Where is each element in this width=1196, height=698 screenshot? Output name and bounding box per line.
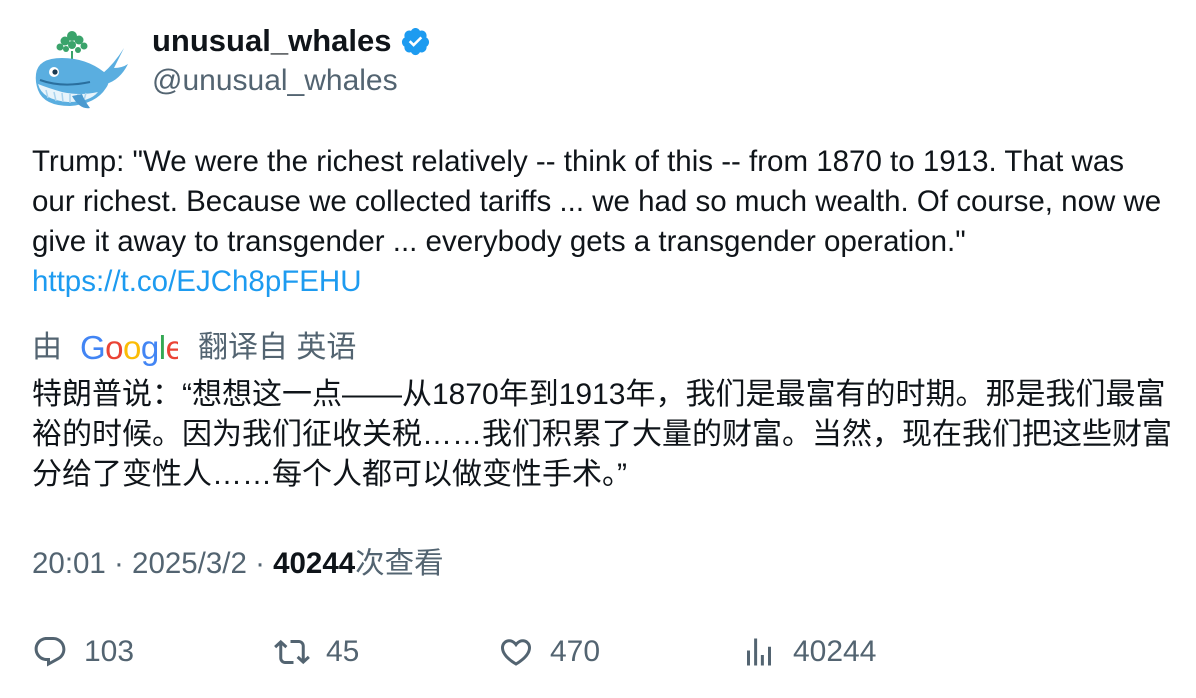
retweet-button[interactable]: 45 <box>274 630 359 674</box>
avatar[interactable] <box>32 24 128 114</box>
tweet-meta: 20:01 · 2025/3/2 · 40244次查看 <box>32 544 444 584</box>
retweet-icon <box>274 639 310 665</box>
meta-separator: · <box>105 547 133 580</box>
tweet-time[interactable]: 20:01 <box>32 547 106 580</box>
heart-icon <box>500 639 532 666</box>
verified-badge-icon <box>400 26 431 57</box>
reply-icon <box>34 637 66 667</box>
tweet-text: Trump: "We were the richest relatively -… <box>32 142 1172 302</box>
svg-text:Google: Google <box>80 329 178 366</box>
views-chart-icon <box>747 638 771 666</box>
meta-separator: · <box>246 547 274 580</box>
translation-suffix[interactable]: 翻译自 英语 <box>198 326 356 370</box>
google-logo-icon[interactable]: Google <box>80 328 184 368</box>
author-handle[interactable]: @unusual_whales <box>152 62 398 100</box>
whale-icon <box>35 31 128 109</box>
translation-prefix: 由 <box>32 331 62 364</box>
author-name-text: unusual_whales <box>152 23 392 58</box>
views-action-count: 40244 <box>793 635 877 668</box>
tweet-body-text: Trump: "We were the richest relatively -… <box>32 145 1162 258</box>
tweet-link[interactable]: https://t.co/EJCh8pFEHU <box>32 265 362 298</box>
author-display-name[interactable]: unusual_whales <box>152 22 431 60</box>
retweet-count: 45 <box>326 635 360 668</box>
reply-button[interactable]: 103 <box>32 630 134 674</box>
translation-attribution: 由 Google 翻译自 英语 <box>32 326 356 370</box>
views-count: 40244 <box>273 547 356 580</box>
like-count: 470 <box>550 635 601 668</box>
reply-count: 103 <box>84 635 135 668</box>
action-bar: 103 45 470 40244 <box>0 630 1196 674</box>
views-button[interactable]: 40244 <box>741 630 876 674</box>
tweet-date[interactable]: 2025/3/2 <box>132 547 247 580</box>
translated-text: 特朗普说：“想想这一点——从1870年到1913年，我们是最富有的时期。那是我们… <box>32 378 1172 491</box>
views-label: 次查看 <box>355 547 444 580</box>
like-button[interactable]: 470 <box>498 630 600 674</box>
tweet-card: unusual_whales @unusual_whales Trump: "W… <box>0 0 1196 698</box>
